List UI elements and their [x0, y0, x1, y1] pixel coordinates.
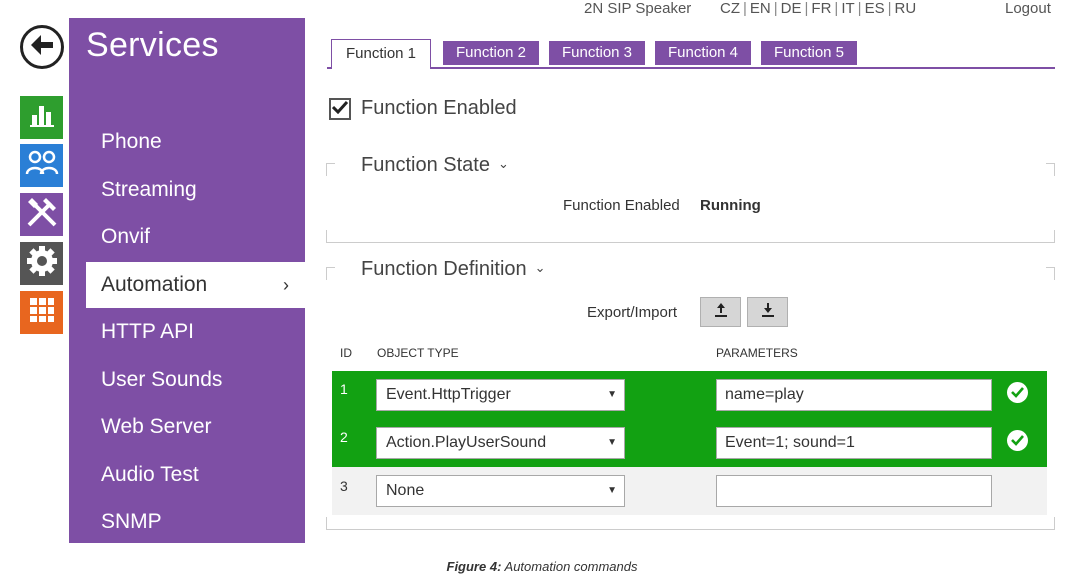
- hardware-menu-button[interactable]: [20, 193, 63, 236]
- upload-icon: [713, 302, 729, 323]
- parameters-input[interactable]: name=play: [716, 379, 992, 411]
- parameters-input[interactable]: [716, 475, 992, 507]
- lang-de[interactable]: DE: [781, 0, 802, 17]
- figure-caption-text: Automation commands: [501, 559, 638, 574]
- sidebar-item-audio-test[interactable]: Audio Test: [69, 452, 305, 498]
- status-chart-icon: [29, 103, 55, 132]
- lang-separator: |: [834, 0, 839, 17]
- valid-check-icon: [1007, 382, 1028, 403]
- dropdown-arrow-icon: ▼: [607, 485, 617, 496]
- back-arrow-icon: [29, 33, 55, 62]
- status-menu-button[interactable]: [20, 96, 63, 139]
- language-switcher: CZ | EN | DE | FR | IT | ES | RU: [720, 0, 916, 17]
- state-value: Running: [700, 197, 761, 214]
- system-menu-button[interactable]: [20, 242, 63, 285]
- sidebar-title: Services: [86, 26, 219, 64]
- top-bar: 2N SIP Speaker CZ | EN | DE | FR | IT | ES | RU Logo…: [0, 0, 1084, 20]
- chevron-down-icon: ⌄: [534, 260, 546, 275]
- object-type-select[interactable]: Action.PlayUserSound ▼: [376, 427, 625, 459]
- lang-fr[interactable]: FR: [811, 0, 831, 17]
- directory-menu-button[interactable]: [20, 144, 63, 187]
- row-id: 3: [340, 478, 348, 494]
- sidebar-item-label: Phone: [101, 130, 162, 153]
- lang-separator: |: [743, 0, 747, 17]
- state-label: Function Enabled: [563, 197, 680, 214]
- sidebar-item-label: SNMP: [101, 510, 162, 533]
- download-icon: [760, 302, 776, 323]
- directory-users-icon: [25, 148, 59, 183]
- sidebar-item-streaming[interactable]: Streaming: [69, 167, 305, 213]
- sidebar-item-phone[interactable]: Phone: [69, 119, 305, 165]
- back-button[interactable]: [20, 25, 64, 69]
- chevron-right-icon: ›: [283, 275, 289, 295]
- apps-grid-icon: [29, 297, 55, 328]
- sidebar-item-label: Onvif: [101, 225, 151, 248]
- import-button[interactable]: [747, 297, 788, 327]
- column-header-id: ID: [340, 346, 352, 360]
- tab-function-1[interactable]: Function 1: [331, 39, 431, 69]
- export-button[interactable]: [700, 297, 741, 327]
- tabs-underline: [327, 67, 1055, 69]
- function-enabled-label: Function Enabled: [361, 97, 517, 119]
- lang-ru[interactable]: RU: [894, 0, 916, 17]
- sidebar-item-user-sounds[interactable]: User Sounds: [69, 357, 305, 403]
- apps-menu-button[interactable]: [20, 291, 63, 334]
- function-state-toggle[interactable]: Function State ⌄: [361, 154, 509, 177]
- parameters-input[interactable]: Event=1; sound=1: [716, 427, 992, 459]
- system-gear-icon: [26, 245, 58, 282]
- checkmark-icon: [331, 100, 349, 119]
- lang-en[interactable]: EN: [750, 0, 771, 17]
- dropdown-arrow-icon: ▼: [607, 389, 617, 400]
- function-enabled-checkbox[interactable]: [329, 98, 351, 120]
- hardware-tools-icon: [24, 194, 60, 235]
- lang-it[interactable]: IT: [841, 0, 854, 17]
- object-type-value: None: [386, 482, 425, 499]
- lang-separator: |: [804, 0, 809, 17]
- function-state-title: Function State: [361, 154, 490, 176]
- export-import-label: Export/Import: [587, 304, 678, 321]
- valid-check-icon: [1007, 430, 1028, 451]
- sidebar-item-label: Audio Test: [101, 463, 199, 486]
- lang-cz[interactable]: CZ: [720, 0, 740, 17]
- lang-separator: |: [887, 0, 892, 17]
- object-type-select[interactable]: Event.HttpTrigger ▼: [376, 379, 625, 411]
- sidebar-item-snmp[interactable]: SNMP: [69, 499, 305, 545]
- sidebar-item-onvif[interactable]: Onvif: [69, 214, 305, 260]
- sidebar-item-http-api[interactable]: HTTP API: [69, 309, 305, 355]
- sidebar-item-label: Web Server: [101, 415, 212, 438]
- sidebar-item-label: User Sounds: [101, 368, 223, 391]
- lang-es[interactable]: ES: [865, 0, 885, 17]
- column-header-parameters: PARAMETERS: [716, 346, 798, 360]
- sidebar-item-web-server[interactable]: Web Server: [69, 404, 305, 450]
- figure-caption: Figure 4: Automation commands: [0, 559, 1084, 574]
- figure-number: Figure 4:: [446, 559, 502, 574]
- function-definition-toggle[interactable]: Function Definition ⌄: [361, 258, 546, 281]
- chevron-down-icon: ⌄: [497, 156, 509, 171]
- object-type-select[interactable]: None ▼: [376, 475, 625, 507]
- object-type-value: Event.HttpTrigger: [386, 386, 511, 403]
- function-definition-title: Function Definition: [361, 258, 527, 280]
- services-sidebar: Services Phone Streaming Onvif Automatio…: [69, 18, 305, 543]
- device-name: 2N SIP Speaker: [584, 0, 692, 17]
- logout-link[interactable]: Logout: [1005, 0, 1051, 17]
- row-id: 2: [340, 429, 348, 445]
- tab-function-3[interactable]: Function 3: [549, 41, 645, 65]
- column-header-object-type: OBJECT TYPE: [377, 346, 459, 360]
- tab-function-2[interactable]: Function 2: [443, 41, 539, 65]
- sidebar-item-label: HTTP API: [101, 320, 194, 343]
- lang-separator: |: [773, 0, 778, 17]
- sidebar-item-automation[interactable]: Automation ›: [86, 262, 305, 308]
- row-id: 1: [340, 381, 348, 397]
- tab-function-5[interactable]: Function 5: [761, 41, 857, 65]
- tab-function-4[interactable]: Function 4: [655, 41, 751, 65]
- dropdown-arrow-icon: ▼: [607, 437, 617, 448]
- sidebar-item-label: Automation: [101, 273, 208, 296]
- sidebar-item-label: Streaming: [101, 178, 197, 201]
- lang-separator: |: [857, 0, 862, 17]
- object-type-value: Action.PlayUserSound: [386, 434, 547, 451]
